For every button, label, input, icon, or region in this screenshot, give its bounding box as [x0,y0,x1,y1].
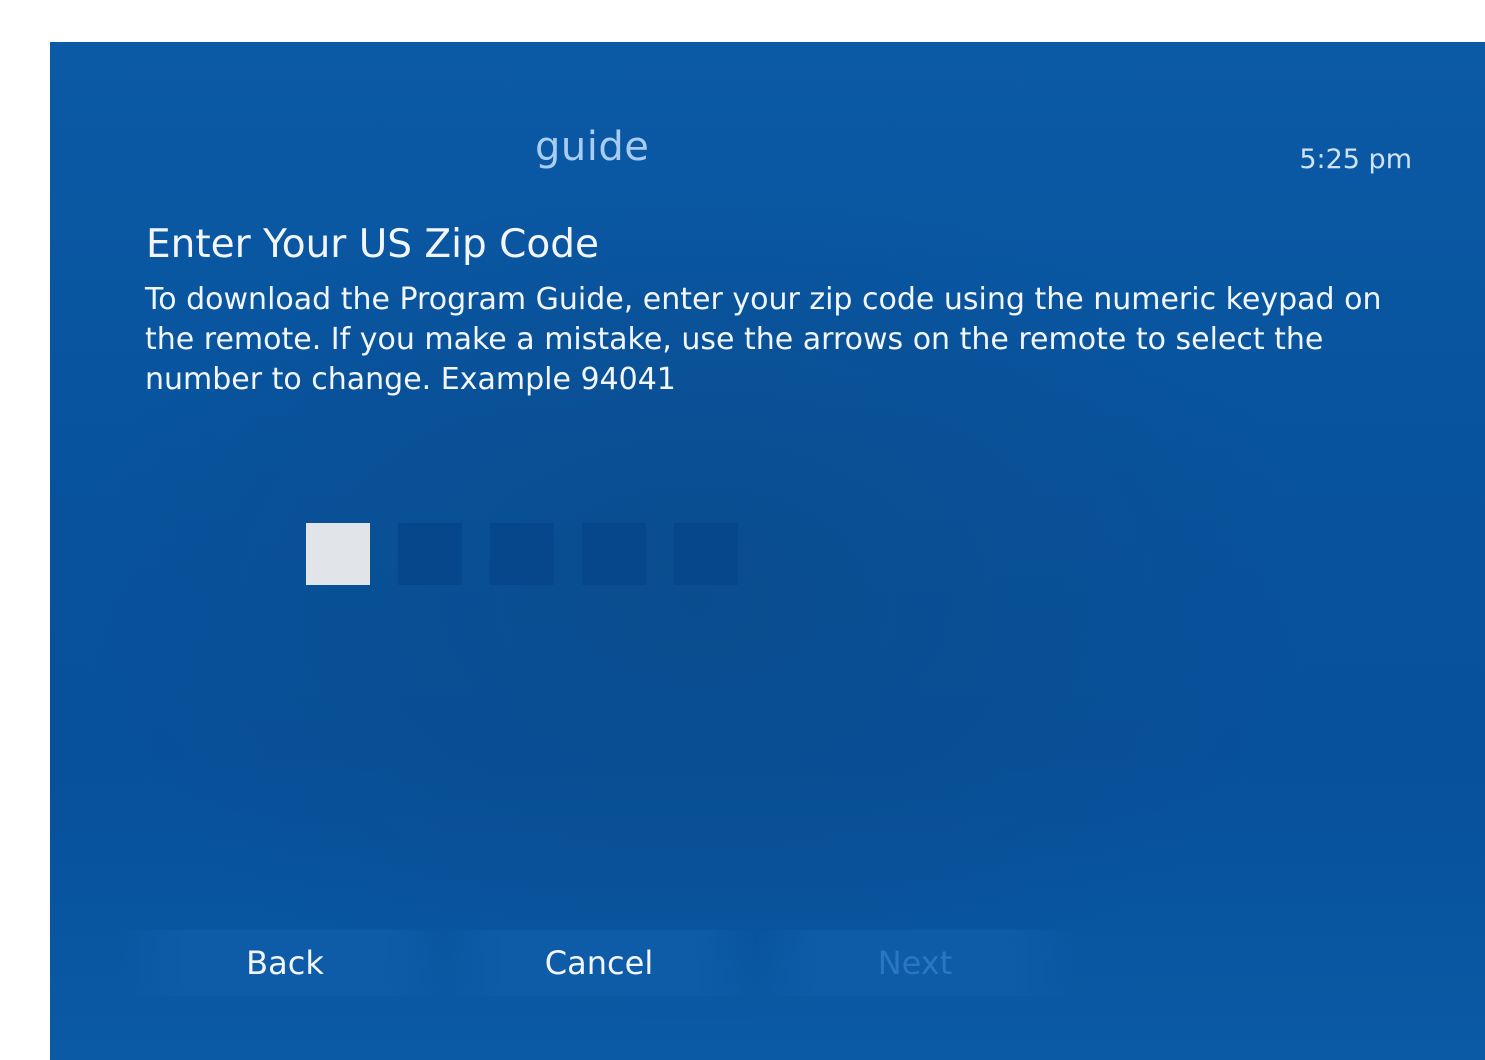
zip-digit-5[interactable] [674,523,738,585]
app-title: guide [535,124,650,170]
back-button[interactable]: Back [120,930,450,996]
setup-screen: guide 5:25 pm Enter Your US Zip Code To … [50,42,1485,1060]
cancel-button[interactable]: Cancel [440,930,758,996]
zip-digit-2[interactable] [398,523,462,585]
zip-digit-1[interactable] [306,523,370,585]
clock: 5:25 pm [1299,144,1412,175]
next-button[interactable]: Next [755,930,1075,996]
zip-digit-4[interactable] [582,523,646,585]
zip-digit-3[interactable] [490,523,554,585]
page-title: Enter Your US Zip Code [146,222,599,267]
instructions-text: To download the Program Guide, enter you… [145,282,1382,397]
